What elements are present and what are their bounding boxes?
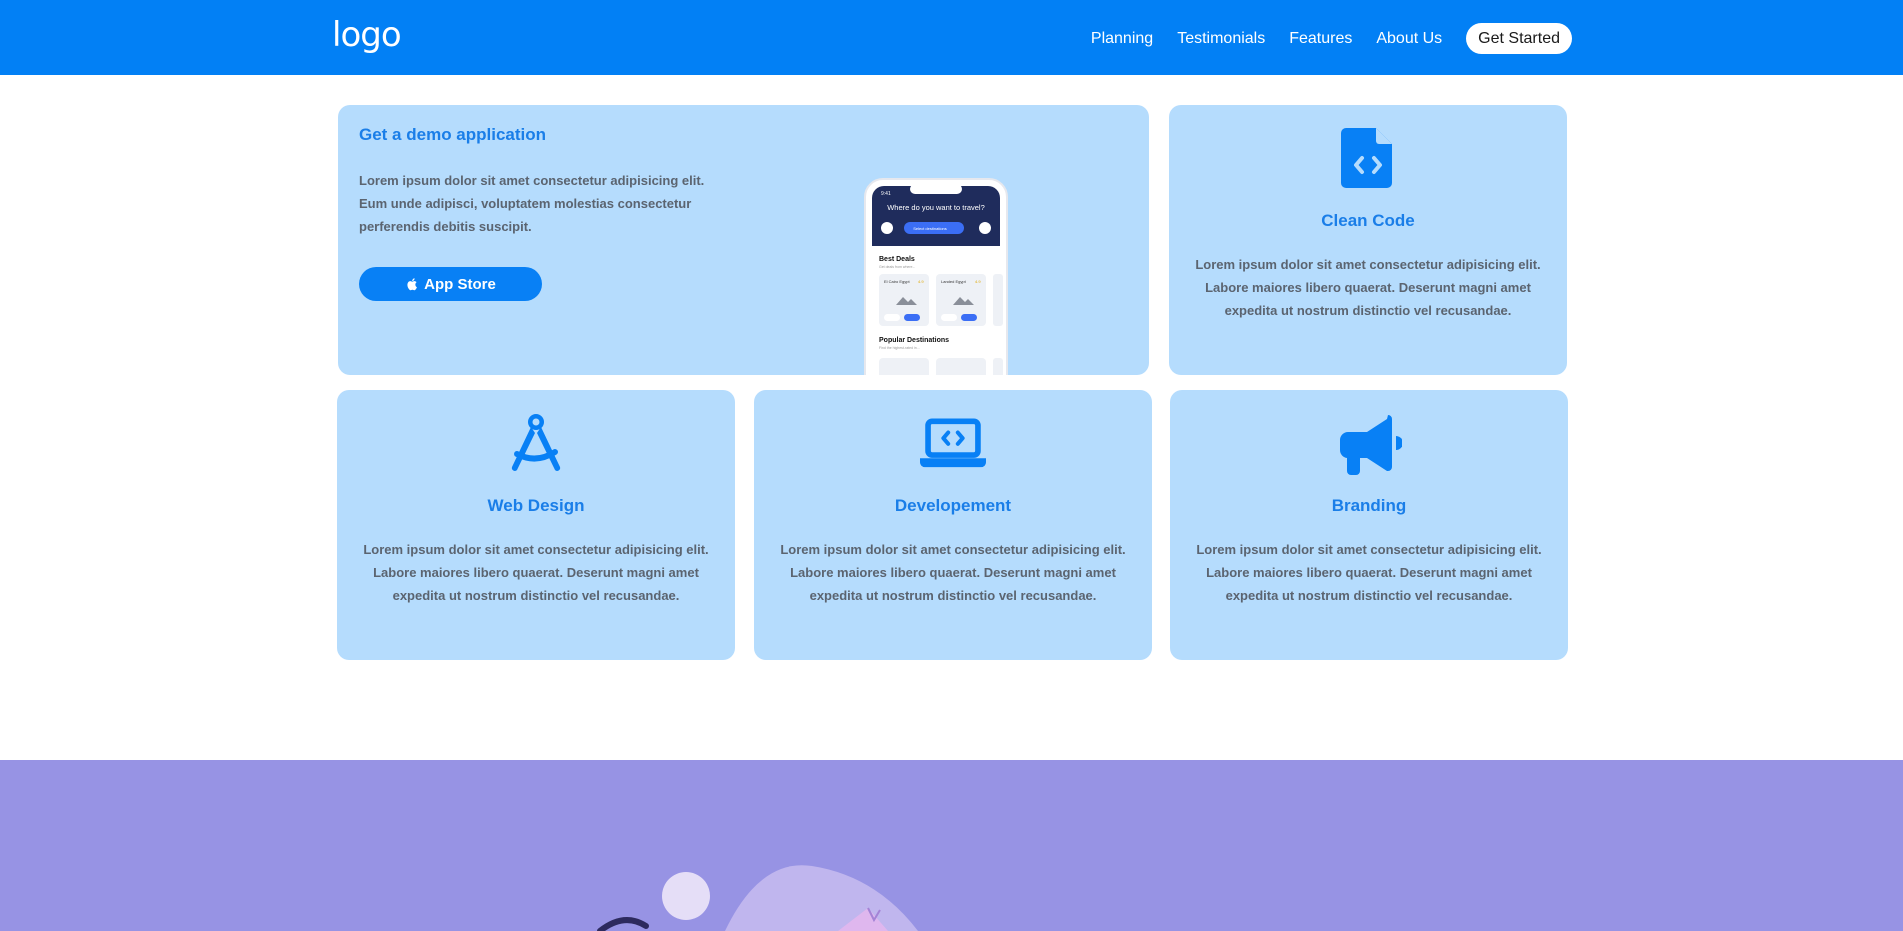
app-store-button[interactable]: App Store [359,267,542,301]
phone-deal2-rating: 4.9 [975,279,981,284]
phone-popular: Popular Destinations [879,337,949,344]
feature-card-web-design: Web Design Lorem ipsum dolor sit amet co… [337,390,735,660]
app-store-label: App Store [424,275,496,293]
phone-popular-sub: Find the highest-rated in... [879,346,920,350]
logo[interactable]: logo [332,14,402,56]
phone-deal1-rating: 4.9 [918,279,924,284]
feature-title-clean-code: Clean Code [1321,211,1415,230]
hero-illustration-section [0,760,1903,931]
navbar: logo Planning Testimonials Features Abou… [0,0,1903,75]
demo-card: Get a demo application Lorem ipsum dolor… [338,105,1149,375]
file-code-icon [1341,128,1392,188]
nav-link-about-us[interactable]: About Us [1376,24,1442,54]
feature-title-branding: Branding [1331,496,1407,515]
feature-title-developement: Developement [894,496,1012,515]
nav-link-features[interactable]: Features [1289,24,1352,54]
illustration [597,865,918,931]
phone-mockup: 9:41 Where do you want to travel? Select… [864,178,1008,375]
phone-header: Where do you want to travel? [887,203,985,212]
nav-link-testimonials[interactable]: Testimonials [1177,24,1265,54]
phone-select-label: Select destinations [913,226,947,231]
phone-deal2-name: Landed Egypt [941,279,967,284]
feature-card-clean-code: Clean Code Lorem ipsum dolor sit amet co… [1169,105,1567,375]
figure-hair [597,917,649,931]
bullhorn-icon [1339,415,1402,475]
feature-desc-web-design: Lorem ipsum dolor sit amet consectetur a… [363,542,709,603]
apple-icon [407,278,418,291]
moon-circle [662,872,710,920]
blob-shape [725,865,918,931]
demo-title: Get a demo application [359,125,547,144]
phone-best-deals: Best Deals [879,256,915,263]
compass-drafting-icon [511,414,561,471]
feature-desc-developement: Lorem ipsum dolor sit amet consectetur a… [780,542,1126,603]
nav-link-planning[interactable]: Planning [1091,24,1153,54]
feature-desc-clean-code: Lorem ipsum dolor sit amet consectetur a… [1195,257,1541,318]
demo-description: Lorem ipsum dolor sit amet consectetur a… [359,173,705,234]
feature-card-branding: Branding Lorem ipsum dolor sit amet cons… [1170,390,1568,660]
feature-desc-branding: Lorem ipsum dolor sit amet consectetur a… [1196,542,1542,603]
nav-links: Planning Testimonials Features About Us … [1091,23,1572,54]
get-started-button[interactable]: Get Started [1466,23,1572,54]
phone-time: 9:41 [881,191,891,197]
phone-deal1-name: El Cairo Egypt [884,279,910,284]
feature-title-web-design: Web Design [487,496,585,515]
feature-card-developement: Developement Lorem ipsum dolor sit amet … [754,390,1152,660]
laptop-code-icon [920,418,986,468]
phone-best-deals-sub: Get deals from where... [879,265,915,269]
